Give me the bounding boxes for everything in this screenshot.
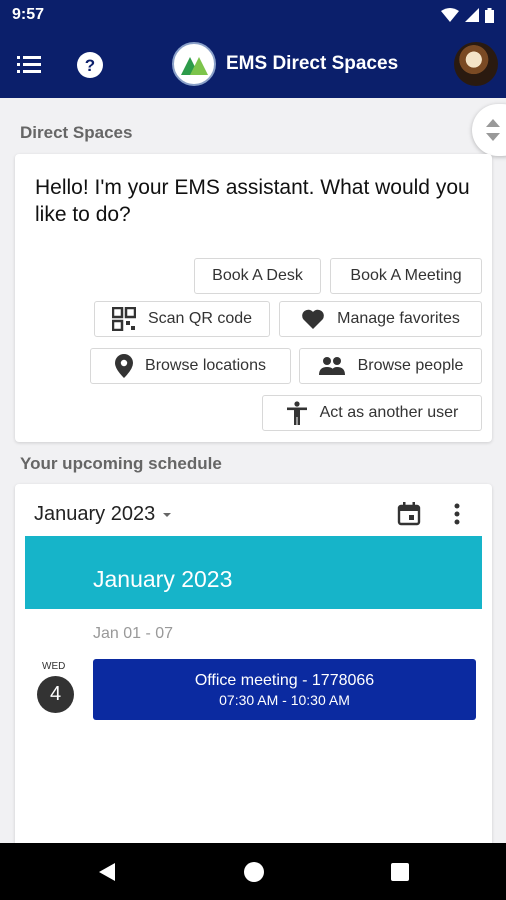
status-time: 9:57 [12, 6, 45, 23]
manage-favorites-label: Manage favorites [337, 310, 460, 327]
month-dropdown[interactable]: January 2023 [34, 503, 173, 526]
menu-icon[interactable] [14, 50, 44, 80]
browse-locations-label: Browse locations [145, 357, 266, 374]
schedule-card: January 2023 January 2023 Jan 01 - 07 WE… [15, 484, 492, 844]
accessibility-icon [286, 401, 307, 425]
book-meeting-label: Book A Meeting [350, 267, 462, 284]
book-meeting-button[interactable]: Book A Meeting [330, 258, 482, 294]
assistant-card: Hello! I'm your EMS assistant. What woul… [15, 154, 492, 442]
month-dropdown-label: January 2023 [34, 503, 156, 525]
help-icon[interactable]: ? [75, 50, 105, 80]
day-number-badge[interactable]: 4 [37, 676, 74, 713]
back-icon[interactable] [97, 862, 117, 882]
people-icon [318, 357, 345, 375]
battery-icon [485, 7, 494, 23]
signal-icon [465, 8, 479, 22]
direct-spaces-heading: Direct Spaces [20, 123, 133, 142]
event-card[interactable]: Office meeting - 1778066 07:30 AM - 10:3… [93, 659, 476, 720]
scroll-toggle-button[interactable] [472, 104, 506, 156]
dropdown-arrow-icon [163, 512, 172, 517]
browse-locations-button[interactable]: Browse locations [90, 348, 291, 384]
heart-icon [302, 309, 324, 329]
location-pin-icon [115, 354, 134, 378]
svg-text:?: ? [85, 56, 95, 75]
app-bar: ? EMS Direct Spaces [0, 30, 506, 98]
calendar-icon[interactable] [395, 500, 423, 528]
book-desk-button[interactable]: Book A Desk [194, 258, 321, 294]
assistant-greeting: Hello! I'm your EMS assistant. What woul… [35, 176, 470, 226]
browse-people-button[interactable]: Browse people [299, 348, 482, 384]
month-banner: January 2023 [25, 536, 482, 609]
browse-people-label: Browse people [357, 357, 464, 374]
system-nav-bar [0, 843, 506, 900]
qr-code-icon [111, 307, 136, 331]
sort-arrows-icon [486, 119, 500, 141]
event-title: Office meeting - 1778066 [194, 672, 375, 689]
weekday-label: WED [42, 661, 66, 672]
event-time: 07:30 AM - 10:30 AM [219, 692, 350, 708]
wifi-icon [441, 8, 459, 22]
book-desk-label: Book A Desk [212, 267, 303, 284]
user-avatar[interactable] [454, 42, 498, 86]
scan-qr-label: Scan QR code [147, 310, 253, 327]
ems-logo [172, 42, 216, 86]
recents-icon[interactable] [391, 863, 409, 881]
act-as-user-button[interactable]: Act as another user [262, 395, 482, 431]
upcoming-schedule-heading: Your upcoming schedule [20, 454, 222, 473]
month-banner-label: January 2023 [93, 566, 233, 592]
week-range: Jan 01 - 07 [93, 625, 174, 642]
home-icon[interactable] [244, 862, 264, 882]
status-bar: 9:57 [0, 0, 506, 30]
app-title: EMS Direct Spaces [226, 53, 399, 74]
manage-favorites-button[interactable]: Manage favorites [279, 301, 482, 337]
act-as-user-label: Act as another user [319, 404, 459, 421]
scan-qr-button[interactable]: Scan QR code [94, 301, 270, 337]
more-options-icon[interactable] [447, 500, 467, 528]
